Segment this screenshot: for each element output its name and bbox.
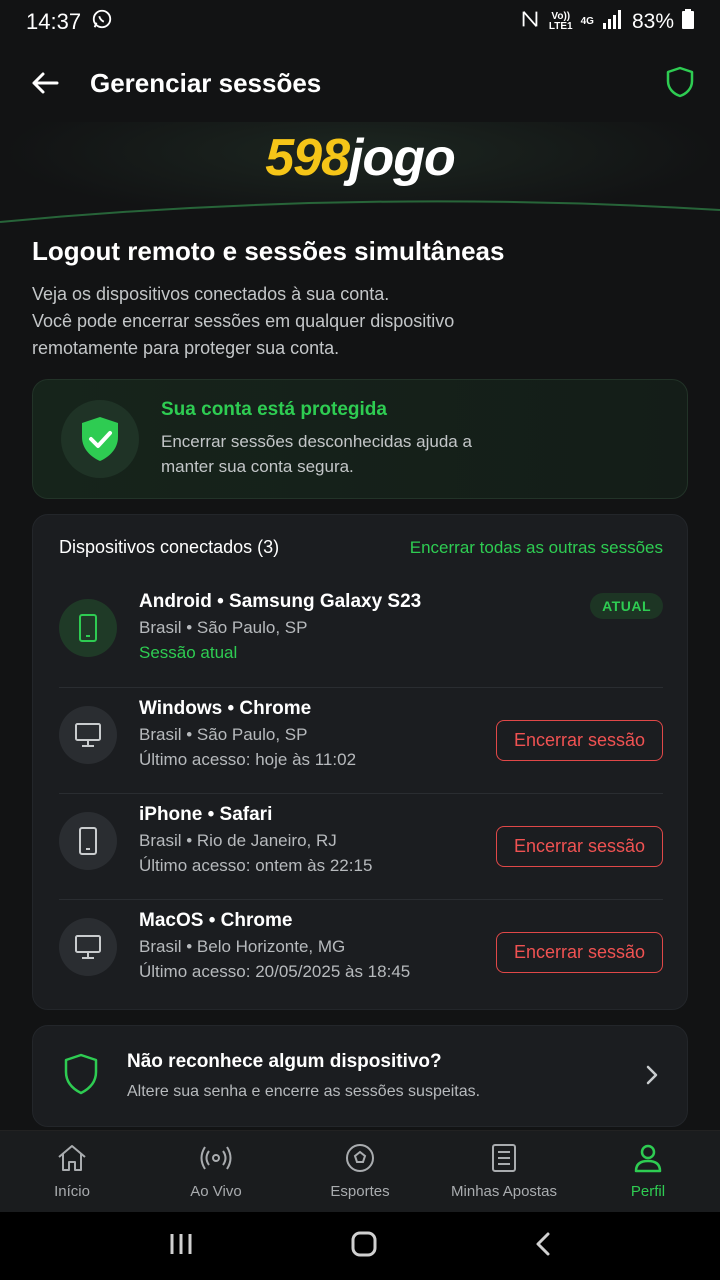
end-all-sessions-link[interactable]: Encerrar todas as outras sessões [410, 538, 663, 558]
recent-apps-button[interactable] [168, 1232, 194, 1261]
device-name: iPhone • Safari [139, 804, 273, 825]
nav-label: Início [54, 1183, 90, 1200]
device-row-current: Android • Samsung Galaxy S23 Brasil • Sã… [59, 581, 663, 687]
device-last-access: Último acesso: 20/05/2025 às 18:45 [139, 962, 411, 981]
section-description: Veja os dispositivos conectados à sua co… [32, 284, 455, 358]
nav-item-perfil[interactable]: Perfil [576, 1143, 720, 1200]
protection-title: Sua conta está protegida [161, 399, 387, 420]
home-icon [56, 1143, 88, 1177]
system-navigation-bar [0, 1212, 720, 1280]
nav-item-esportes[interactable]: Esportes [288, 1143, 432, 1200]
end-session-button[interactable]: Encerrar sessão [496, 720, 663, 761]
volte-indicator: Vo)) LTE1 [548, 11, 573, 32]
device-row-macos: MacOS • Chrome Brasil • Belo Horizonte, … [59, 899, 663, 1005]
battery-icon [682, 9, 694, 35]
whatsapp-icon [91, 8, 113, 36]
device-location: Brasil • Rio de Janeiro, RJ [139, 831, 337, 850]
protection-description: Encerrar sessões desconhecidas ajuda a m… [161, 432, 472, 476]
shield-check-icon [82, 417, 118, 461]
brand-logo: 598jogo [265, 129, 456, 187]
device-name: Windows • Chrome [139, 698, 312, 719]
back-button[interactable] [28, 66, 62, 100]
device-name: Android • Samsung Galaxy S23 [139, 591, 422, 612]
device-last-access: Último acesso: ontem às 22:15 [139, 856, 373, 875]
current-session-badge: ATUAL [590, 593, 663, 619]
intro-section: Logout remoto e sessões simultâneas Veja… [32, 236, 688, 362]
help-description: Altere sua senha e encerre as sessões su… [127, 1083, 481, 1100]
unrecognized-device-card[interactable]: Não reconhece algum dispositivo? Altere … [32, 1025, 688, 1127]
nav-label: Perfil [630, 1183, 666, 1200]
app-header: Gerenciar sessões [0, 44, 720, 122]
device-location: Brasil • São Paulo, SP [139, 725, 308, 744]
signal-icon [602, 9, 624, 35]
desktop-icon [59, 918, 117, 976]
device-status: Sessão atual [139, 643, 238, 662]
end-session-button[interactable]: Encerrar sessão [496, 932, 663, 973]
device-location: Brasil • Belo Horizonte, MG [139, 937, 346, 956]
bets-icon [490, 1143, 518, 1177]
page-title: Gerenciar sessões [90, 67, 322, 98]
bottom-nav: Início Ao Vivo Esportes Minhas Apostas P… [0, 1130, 720, 1212]
section-title: Logout remoto e sessões simultâneas [32, 236, 505, 266]
device-location: Brasil • São Paulo, SP [139, 618, 308, 637]
nav-label: Esportes [330, 1183, 390, 1200]
back-nav-button[interactable] [534, 1231, 552, 1262]
nav-item-minhas-apostas[interactable]: Minhas Apostas [432, 1143, 576, 1200]
nfc-mute-icon [519, 8, 541, 36]
nav-label: Minhas Apostas [451, 1183, 557, 1200]
live-icon [199, 1143, 233, 1177]
end-session-button[interactable]: Encerrar sessão [496, 826, 663, 867]
protection-badge [61, 400, 139, 478]
status-time: 14:37 [26, 9, 82, 34]
device-row-iphone: iPhone • Safari Brasil • Rio de Janeiro,… [59, 793, 663, 899]
ball-icon [345, 1143, 375, 1177]
nav-item-inicio[interactable]: Início [0, 1143, 144, 1200]
device-last-access: Último acesso: hoje às 11:02 [139, 750, 357, 769]
home-button[interactable] [350, 1230, 378, 1263]
battery-level: 83% [631, 10, 674, 33]
shield-icon [63, 1053, 99, 1100]
shield-icon[interactable] [666, 66, 694, 103]
smartphone-icon [59, 599, 117, 657]
chevron-right-icon [645, 1064, 659, 1091]
devices-card: Dispositivos conectados (3) Encerrar tod… [32, 514, 688, 1010]
nav-label: Ao Vivo [190, 1183, 242, 1200]
smartphone-icon [59, 812, 117, 870]
nav-item-ao-vivo[interactable]: Ao Vivo [144, 1143, 288, 1200]
help-title: Não reconhece algum dispositivo? [127, 1051, 442, 1072]
network-indicator: 4G [580, 16, 594, 27]
protection-card: Sua conta está protegida Encerrar sessõe… [32, 379, 688, 499]
device-name: MacOS • Chrome [139, 910, 293, 931]
devices-title: Dispositivos conectados (3) [59, 537, 280, 557]
status-bar: 14:37 Vo)) LTE1 4G 83% [0, 0, 720, 44]
profile-icon [633, 1143, 663, 1177]
desktop-icon [59, 706, 117, 764]
device-row-windows: Windows • Chrome Brasil • São Paulo, SP … [59, 687, 663, 793]
